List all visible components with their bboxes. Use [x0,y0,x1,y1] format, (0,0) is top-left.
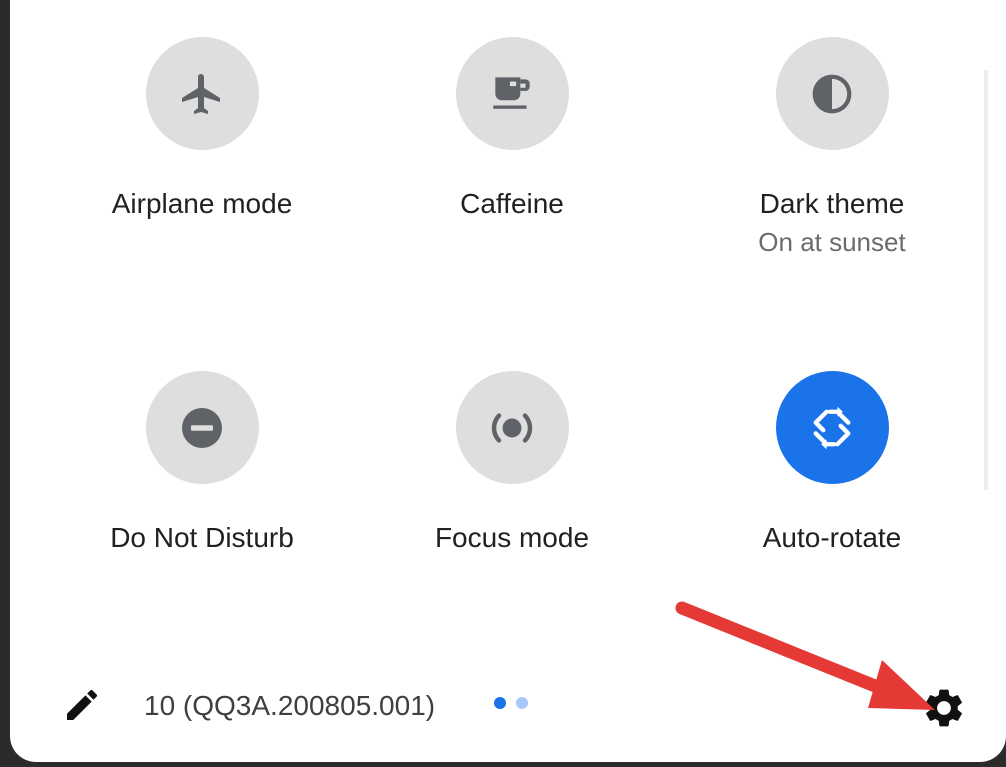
settings-button[interactable] [920,684,968,732]
tile-airplane-mode[interactable]: Airplane mode [82,37,322,222]
tile-auto-rotate[interactable]: Auto-rotate [712,371,952,556]
page-dot-inactive [516,697,528,709]
tile-dark-theme-button[interactable] [775,37,889,150]
tile-focus-mode-button[interactable] [455,371,569,484]
tile-label: Do Not Disturb [110,522,294,553]
panel-edge-divider [984,70,988,490]
dark-theme-icon [812,74,852,113]
tile-airplane-mode-button[interactable] [145,37,259,150]
tile-dark-theme[interactable]: Dark theme On at sunset [712,37,952,258]
build-number[interactable]: 10 (QQ3A.200805.001) [144,688,435,724]
tile-label: Auto-rotate [762,522,902,553]
tile-subtitle: On at sunset [758,227,906,257]
tile-focus-mode[interactable]: Focus mode [392,371,632,556]
gear-icon [926,689,962,727]
tile-caffeine-button[interactable] [455,37,569,150]
tile-do-not-disturb[interactable]: Do Not Disturb [82,371,322,556]
tile-label: Caffeine [460,188,564,219]
auto-rotate-icon [813,406,851,449]
tile-caffeine[interactable]: Caffeine [392,37,632,222]
edit-tiles-button[interactable] [62,685,102,725]
tile-label: Airplane mode [111,188,293,219]
tile-do-not-disturb-button[interactable] [145,371,259,484]
focus-mode-icon [491,412,533,443]
coffee-cup-icon [493,76,530,109]
quick-settings-panel: Airplane mode Caffeine Dark theme On at … [10,0,1006,762]
page-dot-active [494,697,506,709]
tile-label: Focus mode [434,522,590,553]
tile-label: Dark theme [759,188,905,219]
do-not-disturb-icon [182,407,222,448]
pencil-icon [67,689,98,720]
tile-auto-rotate-button[interactable] [775,371,889,484]
page-indicator [494,697,528,709]
airplane-icon [182,73,220,114]
